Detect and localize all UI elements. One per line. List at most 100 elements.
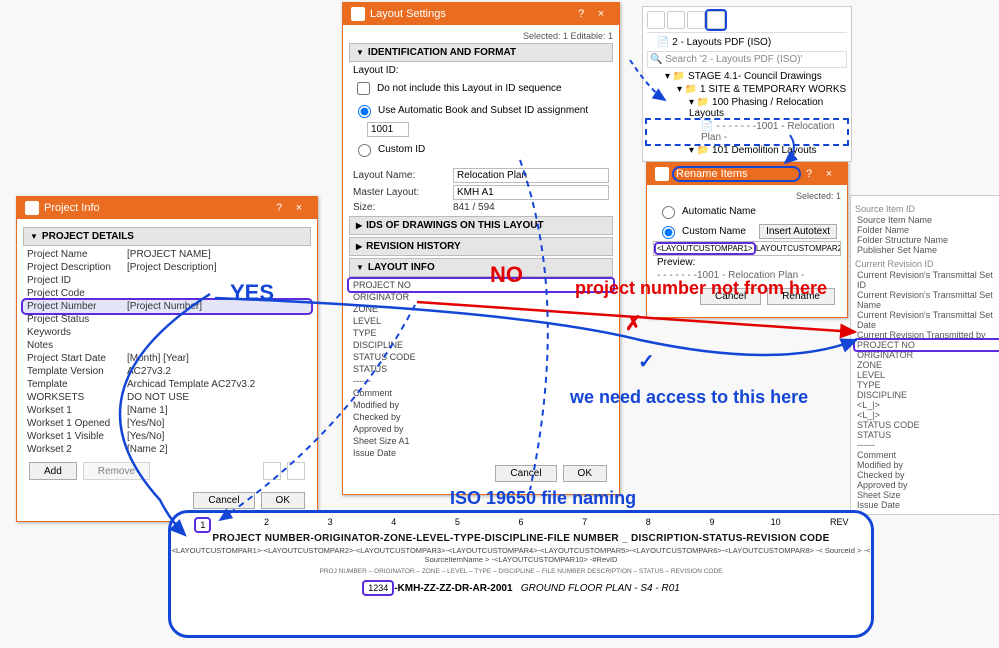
project-details-header[interactable]: ▼PROJECT DETAILS — [23, 227, 311, 246]
export-icon[interactable] — [287, 462, 305, 480]
autotext-item[interactable]: Folder Name — [855, 225, 999, 235]
tree-folder[interactable]: ▾ 📁 1 SITE & TEMPORARY WORKS — [647, 83, 847, 96]
project-info-titlebar[interactable]: Project Info ? × — [17, 197, 317, 219]
autotext-item[interactable]: Source Item Name — [855, 215, 999, 225]
layout-settings-titlebar[interactable]: Layout Settings ? × — [343, 3, 619, 25]
layout-info-item[interactable]: Comment — [349, 387, 613, 399]
layout-info-header[interactable]: ▼LAYOUT INFO — [349, 258, 613, 277]
layout-info-item[interactable]: DISCIPLINE — [349, 339, 613, 351]
layout-info-item[interactable]: ORIGINATOR — [349, 291, 613, 303]
help-button[interactable]: ? — [269, 202, 289, 214]
layout-info-item[interactable]: TYPE — [349, 327, 613, 339]
project-info-row[interactable]: Project Name[PROJECT NAME] — [23, 248, 311, 261]
import-icon[interactable] — [263, 462, 281, 480]
help-button[interactable]: ? — [799, 168, 819, 180]
autotext-item[interactable]: STATUS — [855, 430, 999, 440]
layout-book-icon[interactable] — [667, 11, 685, 29]
autotext-item[interactable]: Sheet Size — [855, 490, 999, 500]
project-info-row[interactable]: Workset 1 Visible[Yes/No] — [23, 430, 311, 443]
project-info-row[interactable]: WORKSETSDO NOT USE — [23, 391, 311, 404]
ids-drawings-header[interactable]: ▶IDS OF DRAWINGS ON THIS LAYOUT — [349, 216, 613, 235]
autotext-item[interactable]: STATUS CODE — [855, 420, 999, 430]
autotext-item[interactable]: Modified by — [855, 460, 999, 470]
autotext-item[interactable]: TYPE — [855, 380, 999, 390]
layout-info-item[interactable]: Approved by — [349, 423, 613, 435]
close-icon[interactable]: × — [819, 168, 839, 180]
close-icon[interactable]: × — [591, 8, 611, 20]
project-info-row[interactable]: Workset 2[Name 2] — [23, 443, 311, 456]
layout-info-item[interactable]: ------ — [349, 375, 613, 387]
view-map-icon[interactable] — [647, 11, 665, 29]
id-format-header[interactable]: ▼IDENTIFICATION AND FORMAT — [349, 43, 613, 62]
publisher-icon[interactable] — [687, 11, 705, 29]
project-info-row[interactable]: Project Code — [23, 287, 311, 300]
autotext-item[interactable]: Current Revision's Transmittal Set ID — [855, 270, 999, 290]
layout-info-item[interactable]: STATUS CODE — [349, 351, 613, 363]
auto-name-radio[interactable] — [662, 206, 675, 219]
autotext-item[interactable]: Current Revision's Transmittal Set Date — [855, 310, 999, 330]
tree-folder[interactable]: ▾ 📁 100 Phasing / Relocation Layouts — [647, 96, 847, 120]
add-button[interactable]: Add — [29, 462, 77, 480]
publisher-set-root[interactable]: 📄 2 - Layouts PDF (ISO) — [647, 36, 847, 49]
custom-name-field[interactable]: <LAYOUTCUSTOMPAR1> LAYOUTCUSTOMPAR2> -<L… — [653, 241, 841, 256]
project-info-row[interactable]: TemplateArchicad Template AC27v3.2 — [23, 378, 311, 391]
layout-info-item[interactable]: Checked by — [349, 411, 613, 423]
close-icon[interactable]: × — [289, 202, 309, 214]
autotext-item[interactable]: LEVEL — [855, 370, 999, 380]
autotext-item[interactable]: Folder Structure Name — [855, 235, 999, 245]
cancel-button[interactable]: Cancel — [193, 492, 254, 509]
project-info-row[interactable]: Project Number[Project Number] — [23, 300, 311, 313]
rename-button[interactable]: Rename — [767, 288, 835, 305]
publisher-sets-icon[interactable] — [707, 11, 725, 29]
project-info-row[interactable]: Project Start Date[Month] [Year] — [23, 352, 311, 365]
autotext-item[interactable]: <L_|> — [855, 410, 999, 420]
layout-info-item[interactable]: Issue Date — [349, 447, 613, 459]
custom-name-radio[interactable] — [662, 226, 675, 239]
project-info-row[interactable]: Workset 1[Name 1] — [23, 404, 311, 417]
project-info-row[interactable]: Project Status — [23, 313, 311, 326]
layout-info-item[interactable]: STATUS — [349, 363, 613, 375]
layout-info-item[interactable]: Sheet Size A1 — [349, 435, 613, 447]
autotext-item[interactable]: Approved by — [855, 480, 999, 490]
help-button[interactable]: ? — [571, 8, 591, 20]
project-info-row[interactable]: Notes — [23, 339, 311, 352]
autotext-item[interactable]: ZONE — [855, 360, 999, 370]
autotext-item[interactable]: PROJECT NO — [855, 340, 999, 350]
autotext-item[interactable]: Current Revision Transmitted by — [855, 330, 999, 340]
autotext-item[interactable]: Checked by — [855, 470, 999, 480]
project-info-row[interactable]: Workset 1 Opened[Yes/No] — [23, 417, 311, 430]
project-info-row[interactable]: Template VersionAC27v3.2 — [23, 365, 311, 378]
layout-info-item[interactable]: Modified by — [349, 399, 613, 411]
project-info-row[interactable]: Project Description[Project Description] — [23, 261, 311, 274]
custom-id-radio[interactable] — [358, 144, 371, 157]
insert-autotext-button[interactable]: Insert Autotext — [759, 224, 837, 239]
master-layout-field[interactable] — [453, 185, 609, 200]
autotext-item[interactable]: DISCIPLINE — [855, 390, 999, 400]
ok-button[interactable]: OK — [563, 465, 607, 482]
cancel-button[interactable]: Cancel — [700, 288, 761, 305]
autotext-item[interactable]: Current Revision's Transmittal Set Name — [855, 290, 999, 310]
autotext-item[interactable]: Comment — [855, 450, 999, 460]
project-info-row[interactable]: Project ID — [23, 274, 311, 287]
id-field[interactable] — [367, 122, 409, 137]
layout-name-field[interactable] — [453, 168, 609, 183]
ok-button[interactable]: OK — [261, 492, 305, 509]
tree-layout-item[interactable]: 📄 - - - - - - -1001 - Relocation Plan - — [647, 120, 847, 144]
project-info-row[interactable]: Keywords — [23, 326, 311, 339]
tree-folder[interactable]: ▾ 📁 STAGE 4.1- Council Drawings — [647, 70, 847, 83]
autotext-item[interactable]: ------ — [855, 440, 999, 450]
cancel-button[interactable]: Cancel — [495, 465, 556, 482]
autotext-item[interactable]: <L_|> — [855, 400, 999, 410]
autotext-item[interactable]: Issue Date — [855, 500, 999, 510]
tree-folder[interactable]: ▾ 📁 101 Demolition Layouts — [647, 144, 847, 157]
rename-titlebar[interactable]: Rename Items ? × — [647, 163, 847, 185]
exclude-checkbox[interactable] — [357, 82, 370, 95]
layout-info-item[interactable]: LEVEL — [349, 315, 613, 327]
autotext-item[interactable]: ORIGINATOR — [855, 350, 999, 360]
search-field[interactable]: 🔍 Search '2 - Layouts PDF (ISO)' — [647, 51, 847, 68]
revision-history-header[interactable]: ▶REVISION HISTORY — [349, 237, 613, 256]
layout-info-item[interactable]: PROJECT NO — [349, 279, 613, 291]
layout-info-item[interactable]: ZONE — [349, 303, 613, 315]
auto-id-radio[interactable] — [358, 105, 371, 118]
autotext-item[interactable]: Publisher Set Name — [855, 245, 999, 255]
